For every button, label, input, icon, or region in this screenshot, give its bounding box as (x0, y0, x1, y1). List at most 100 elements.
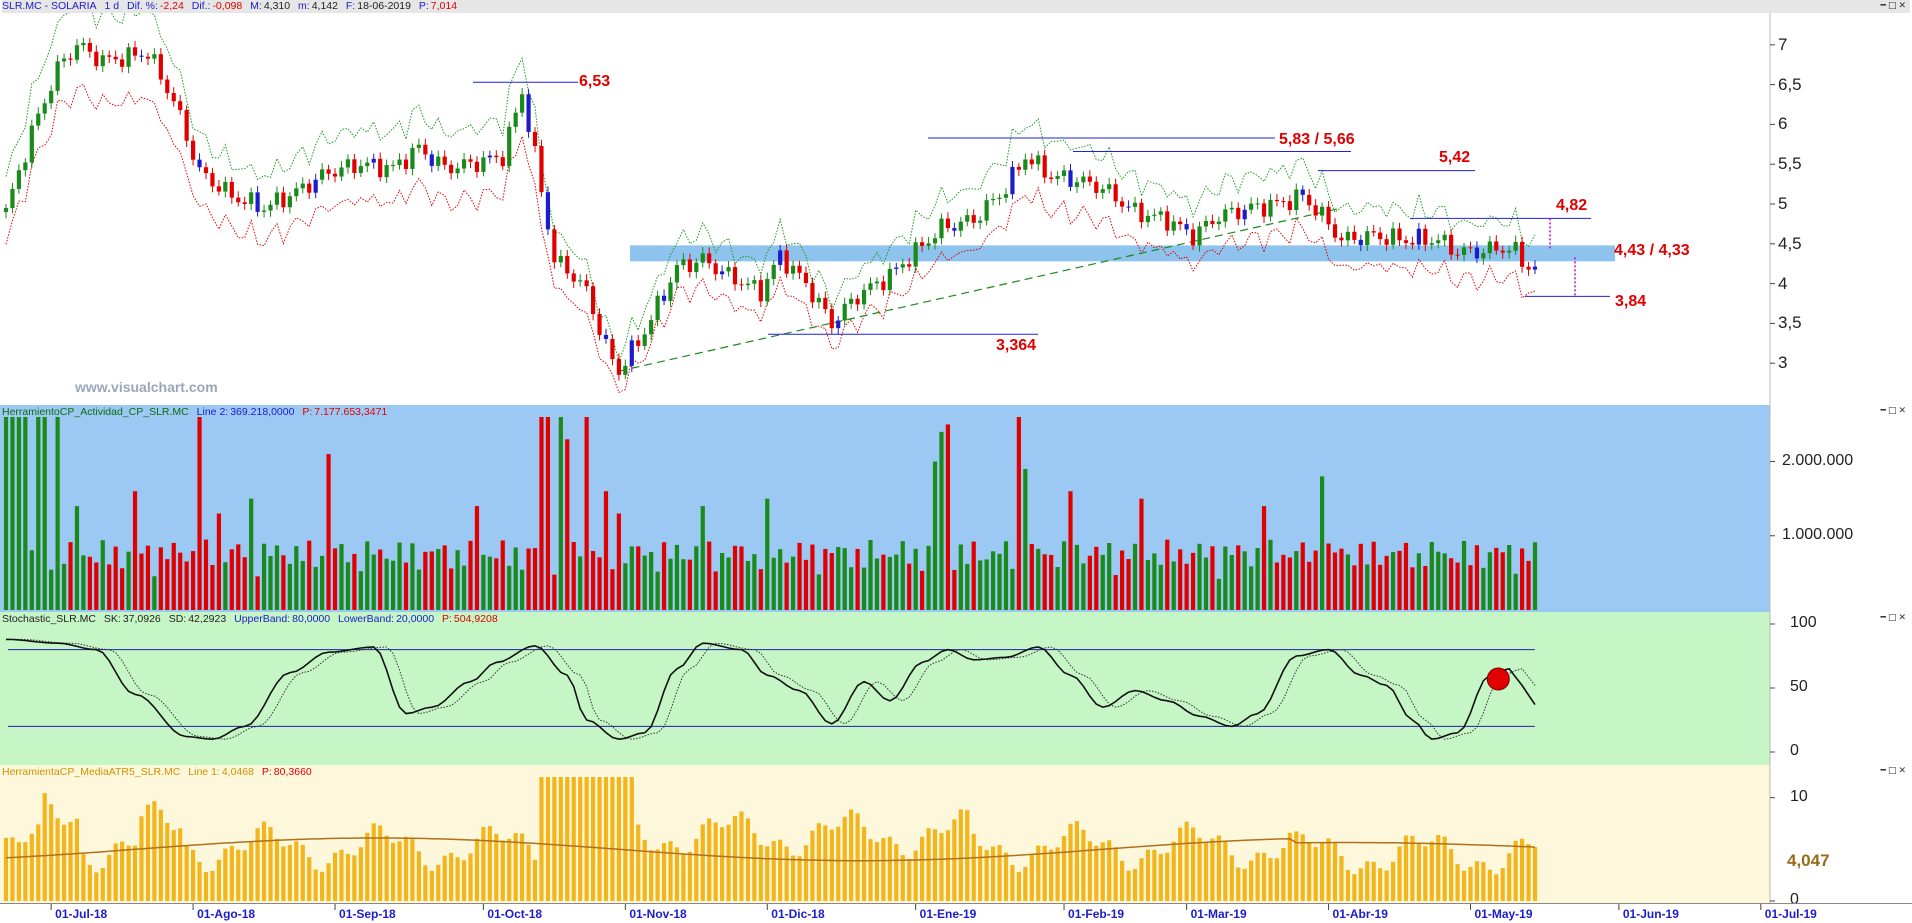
volume-bar (268, 555, 273, 610)
stoch-y-tick-label: 0 (1790, 742, 1799, 759)
volume-bar (952, 569, 957, 610)
volume-bar (274, 545, 280, 610)
volume-bar (584, 417, 589, 610)
candle-body (861, 289, 867, 305)
candle-body (913, 242, 918, 267)
candle-body (623, 365, 628, 375)
close-icon[interactable]: ✕ (1898, 1, 1908, 11)
volume-y-tick-label: 2.000.000 (1782, 451, 1854, 469)
candle-body (1429, 243, 1434, 245)
atr-bar (345, 853, 351, 901)
candle-body (203, 167, 209, 174)
price-pane[interactable]: SLR.MC - SOLARIA 1 d Dif. %: -2,24 Dif.: -… (0, 0, 1912, 406)
volume-bar (971, 541, 976, 610)
chart-window: SLR.MC - SOLARIA 1 d Dif. %: -2,24 Dif.: -… (0, 0, 1912, 923)
volume-name: HerramientoCP_Actividad_CP_SLR.MC (2, 406, 189, 418)
atr-bar (178, 828, 183, 901)
stoch-sd-value: 42,2923 (188, 613, 227, 625)
atr-y-tick-label: 10 (1790, 787, 1808, 805)
atr-bar (1029, 854, 1034, 901)
maximize-icon[interactable]: □ (1888, 613, 1899, 623)
volume-bar (1274, 562, 1280, 610)
atr-bar (249, 841, 254, 901)
atr-bar (552, 777, 557, 901)
volume-window-controls[interactable]: ━□✕ (1881, 406, 1908, 416)
volume-pane[interactable]: HerramientoCP_Actividad_CP_SLR.MC Line 2… (0, 405, 1912, 613)
volume-bar (590, 551, 596, 610)
candle-body (403, 159, 409, 170)
atr-bar (255, 828, 260, 901)
volume-bar (945, 424, 951, 610)
window-controls[interactable]: ━□✕ (1881, 1, 1908, 11)
atr-bar (1526, 844, 1531, 901)
atr-bar (1274, 858, 1280, 901)
atr-bar (1513, 840, 1518, 901)
price-y-tick-label: 3 (1778, 353, 1788, 373)
minimize-icon[interactable]: ━ (1881, 406, 1888, 416)
stoch-name: Stochastic_SLR.MC (2, 613, 96, 625)
minimize-icon[interactable]: ━ (1881, 766, 1888, 776)
close-icon[interactable]: ✕ (1898, 613, 1908, 623)
candle-body (674, 265, 680, 283)
candle-body (87, 42, 92, 52)
atr-bar (390, 842, 396, 901)
candle-body (1494, 241, 1499, 251)
candle-body (1158, 211, 1163, 215)
atr-bar (920, 836, 925, 901)
atr-bar (797, 856, 802, 901)
volume-bar (881, 554, 886, 610)
atr-bar (681, 854, 686, 901)
volume-bar (358, 571, 363, 610)
atr-chart[interactable] (0, 765, 1912, 903)
atr-bar (1371, 861, 1376, 901)
minimize-icon[interactable]: ━ (1881, 613, 1888, 623)
candle-body (655, 295, 660, 321)
atr-bar (945, 830, 951, 901)
volume-bar (210, 564, 215, 610)
candle-body (1190, 229, 1196, 246)
candle-body (158, 54, 163, 80)
atr-bar (907, 858, 912, 901)
volume-bar (1468, 565, 1473, 610)
atr-bar (171, 830, 176, 901)
stochastic-window-controls[interactable]: ━□✕ (1881, 613, 1908, 623)
stochastic-pane[interactable]: Stochastic_SLR.MC SK: 37,0926 SD: 42,2923 … (0, 612, 1912, 766)
candle-body (823, 297, 828, 310)
close-icon[interactable]: ✕ (1898, 406, 1908, 416)
maximize-icon[interactable]: □ (1888, 406, 1899, 416)
atr-window-controls[interactable]: ━□✕ (1881, 766, 1908, 776)
candle-body (1384, 239, 1389, 245)
stochastic-chart[interactable] (0, 612, 1912, 765)
volume-bar (958, 544, 963, 610)
candle-body (803, 272, 809, 284)
candle-body (816, 297, 821, 303)
atr-bar (597, 777, 602, 901)
volume-bar (397, 542, 402, 610)
atr-bar (474, 838, 480, 901)
volume-bar (920, 570, 925, 610)
x-axis: 01-Jul-18 01-Ago-18 01-Sep-18 01-Oct-18 01-N… (0, 903, 1912, 923)
atr-bar (358, 847, 363, 901)
atr-bar (468, 853, 473, 901)
minimize-icon[interactable]: ━ (1881, 1, 1888, 11)
candle-body (539, 146, 544, 193)
volume-bar (1029, 543, 1034, 610)
atr-bar (558, 777, 563, 901)
atr-pane[interactable]: HerramientaCP_MediaATR5_SLR.MC Line 1: 4,… (0, 765, 1912, 903)
close-icon[interactable]: ✕ (1898, 766, 1908, 776)
maximize-icon[interactable]: □ (1888, 766, 1899, 776)
candle-body (287, 196, 292, 208)
volume-chart[interactable] (0, 405, 1912, 612)
volume-bar (229, 549, 234, 610)
atr-bar (939, 833, 944, 901)
volume-bar (345, 562, 351, 610)
volume-bar (352, 553, 357, 610)
price-chart[interactable] (0, 0, 1912, 405)
volume-bar (287, 563, 292, 610)
atr-bar (578, 777, 583, 901)
volume-bar (494, 558, 499, 610)
atr-bar (139, 816, 144, 901)
volume-bar (326, 454, 331, 610)
maximize-icon[interactable]: □ (1888, 1, 1899, 11)
volume-bar (526, 548, 531, 610)
